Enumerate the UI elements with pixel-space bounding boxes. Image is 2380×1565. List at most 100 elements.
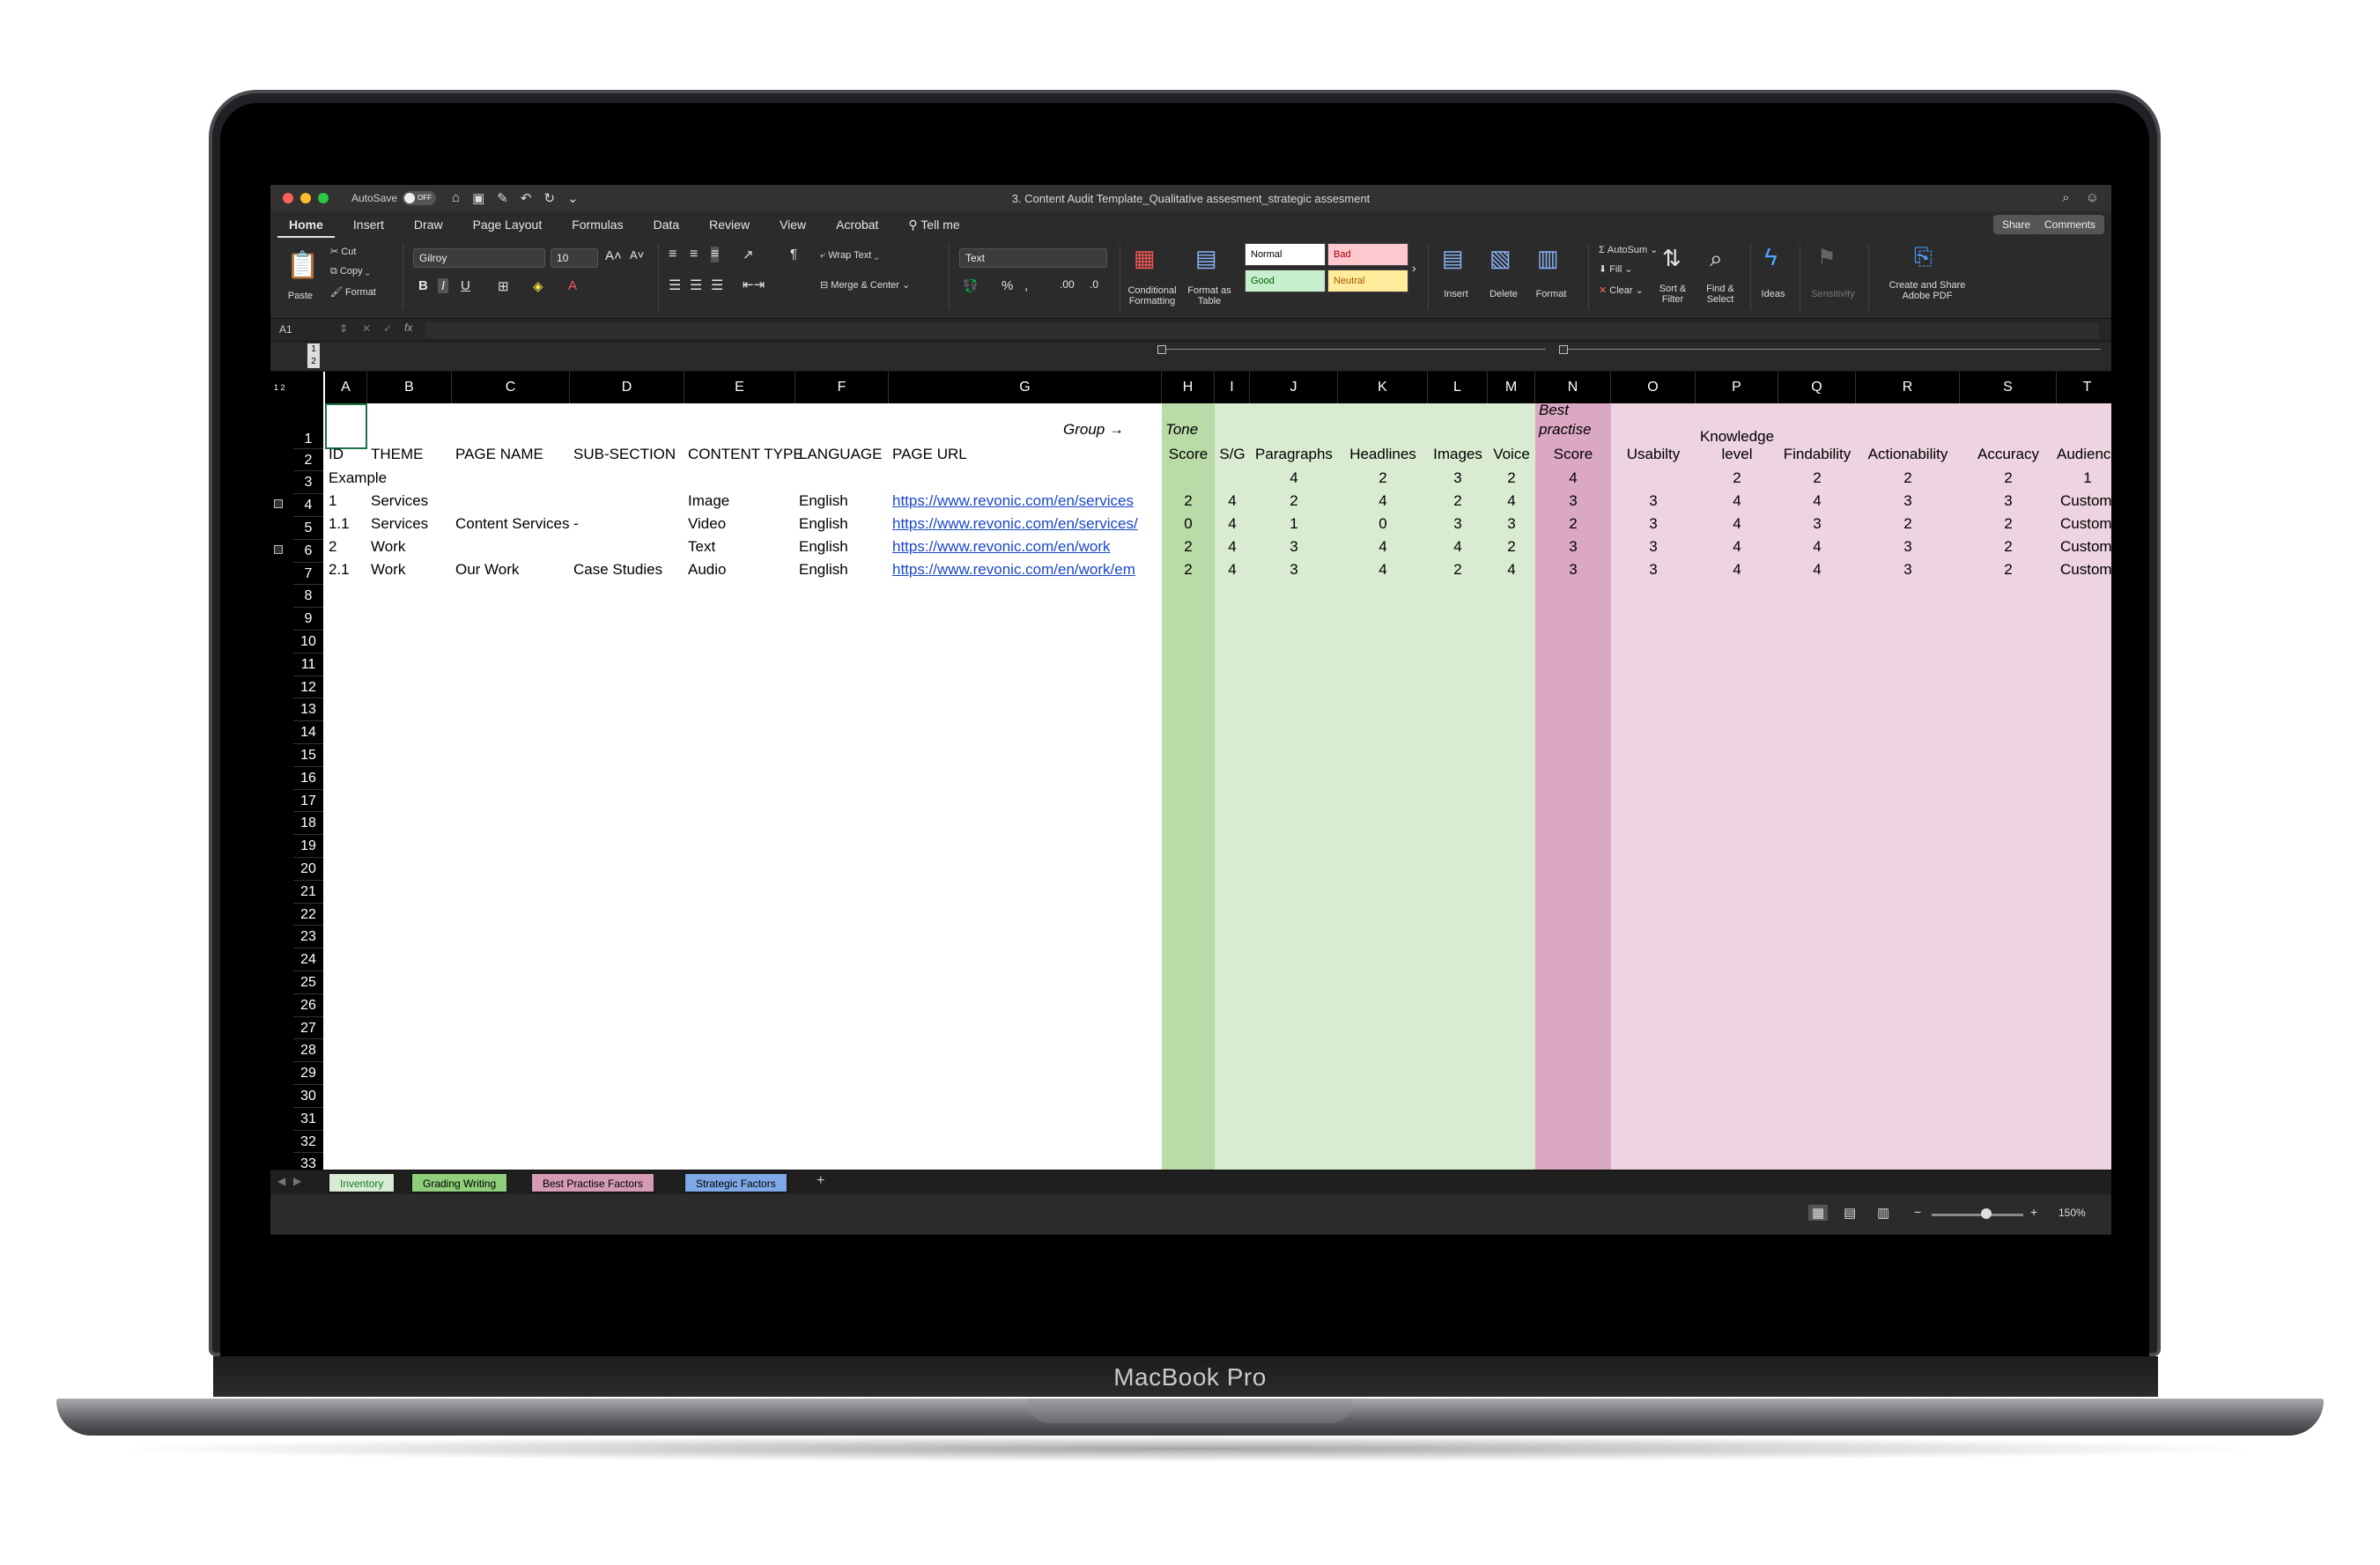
row-header[interactable]: 29 — [293, 1062, 323, 1085]
tab-draw[interactable]: Draw — [403, 211, 455, 238]
row-header[interactable]: 4 — [293, 494, 323, 517]
row-group-collapse-icon[interactable] — [274, 499, 283, 509]
font-color-icon[interactable]: A — [568, 278, 577, 293]
fill-button[interactable]: ⬇ Fill ⌄ — [1599, 264, 1633, 275]
fill-color-icon[interactable]: ◈ — [533, 278, 543, 294]
row-header[interactable]: 26 — [293, 994, 323, 1017]
tab-page-layout[interactable]: Page Layout — [462, 211, 554, 238]
page-url-link[interactable]: https://www.revonic.com/en/work — [892, 538, 1162, 556]
row-header[interactable]: 8 — [293, 585, 323, 609]
format-cells-label[interactable]: Format — [1534, 289, 1569, 299]
tab-home[interactable]: Home — [277, 211, 335, 238]
font-size-select[interactable]: 10 — [551, 248, 598, 268]
autosave-toggle[interactable]: OFF — [403, 191, 437, 205]
row-header[interactable]: 11 — [293, 653, 323, 676]
ideas-icon[interactable]: ϟ — [1764, 243, 1778, 271]
outline-level-selector[interactable]: 12 — [307, 343, 320, 368]
sensitivity-label[interactable]: Sensitivity — [1807, 289, 1859, 299]
delete-cells-icon[interactable]: ▧ — [1489, 245, 1512, 272]
tab-view[interactable]: View — [768, 211, 817, 238]
row-header[interactable]: 14 — [293, 721, 323, 744]
style-normal[interactable]: Normal — [1245, 243, 1326, 266]
row-outline-level-1[interactable]: 1 — [274, 383, 278, 392]
row-header[interactable]: 12 — [293, 676, 323, 699]
row-header[interactable]: 13 — [293, 698, 323, 722]
redo-icon[interactable]: ↻ — [543, 190, 555, 206]
find-select-label[interactable]: Find & Select — [1703, 284, 1738, 305]
row-header[interactable]: 16 — [293, 767, 323, 790]
formula-input[interactable] — [425, 322, 2099, 338]
conditional-formatting-label[interactable]: Conditional Formatting — [1121, 285, 1183, 306]
tab-data[interactable]: Data — [642, 211, 691, 238]
close-window-button[interactable] — [283, 193, 293, 203]
page-url-link[interactable]: https://www.revonic.com/en/services — [892, 492, 1162, 510]
selected-cell[interactable] — [325, 403, 367, 449]
comma-style-icon[interactable]: , — [1024, 278, 1028, 293]
row-header[interactable]: 1 — [293, 403, 323, 449]
page-url-link[interactable]: https://www.revonic.com/en/work/em — [892, 561, 1162, 579]
column-header[interactable]: I — [1215, 372, 1250, 403]
align-right-icon[interactable]: ☰ — [711, 277, 723, 294]
normal-view-icon[interactable]: ▦ — [1808, 1205, 1829, 1221]
page-url-link[interactable]: https://www.revonic.com/en/services/ — [892, 515, 1162, 533]
format-as-table-icon[interactable]: ▤ — [1195, 245, 1217, 272]
comments-button[interactable]: Comments — [2035, 215, 2104, 234]
format-cells-icon[interactable]: ▥ — [1537, 245, 1559, 272]
percent-icon[interactable]: % — [1002, 278, 1013, 293]
row-header[interactable]: 18 — [293, 812, 323, 836]
bold-icon[interactable]: B — [418, 278, 428, 293]
next-sheet-icon[interactable]: ▶ — [293, 1175, 301, 1187]
column-header[interactable]: A — [325, 372, 367, 403]
select-all-corner[interactable]: 1 2 — [270, 372, 323, 403]
cut-button[interactable]: ✂ Cut — [330, 247, 356, 257]
increase-decimal-icon[interactable]: .00 — [1060, 278, 1075, 291]
row-header[interactable]: 7 — [293, 563, 323, 586]
column-header[interactable]: F — [795, 372, 889, 403]
column-header[interactable]: B — [367, 372, 452, 403]
style-bad[interactable]: Bad — [1327, 243, 1408, 266]
column-header[interactable]: J — [1250, 372, 1338, 403]
borders-icon[interactable]: ⊞ — [498, 278, 509, 294]
conditional-formatting-icon[interactable]: ▦ — [1134, 245, 1156, 272]
zoom-level[interactable]: 150% — [2058, 1207, 2086, 1219]
outline-level-1[interactable]: 1 — [311, 344, 316, 354]
zoom-window-button[interactable] — [318, 193, 329, 203]
row-header[interactable]: 25 — [293, 971, 323, 994]
sheet-tab-strategic[interactable]: Strategic Factors — [684, 1173, 787, 1192]
column-header[interactable]: H — [1162, 372, 1215, 403]
row-header[interactable]: 15 — [293, 744, 323, 767]
share-button[interactable]: Share — [1992, 215, 2039, 234]
copy-button[interactable]: ⧉ Copy ⌄ — [330, 266, 370, 277]
fx-icon[interactable]: fx — [404, 321, 412, 334]
style-good[interactable]: Good — [1245, 269, 1326, 292]
row-header[interactable]: 21 — [293, 881, 323, 904]
find-select-icon[interactable]: ⌕ — [1710, 245, 1723, 273]
column-header[interactable]: N — [1535, 372, 1611, 403]
currency-icon[interactable]: 💱 — [963, 278, 978, 293]
zoom-slider-thumb[interactable] — [1981, 1208, 1992, 1219]
align-center-icon[interactable]: ☰ — [690, 277, 702, 294]
row-header[interactable]: 30 — [293, 1085, 323, 1108]
insert-cells-icon[interactable]: ▤ — [1442, 245, 1464, 272]
align-bottom-icon[interactable]: ≡ — [711, 247, 720, 262]
wrap-text-button[interactable]: ⤶ Wrap Text ⌄ — [820, 250, 879, 261]
row-header[interactable]: 9 — [293, 608, 323, 631]
home-icon[interactable]: ⌂ — [452, 190, 460, 206]
column-header[interactable]: S — [1960, 372, 2057, 403]
number-format-select[interactable]: Text — [959, 248, 1107, 268]
prev-sheet-icon[interactable]: ◀ — [277, 1175, 285, 1187]
sheet-tab-best-practise[interactable]: Best Practise Factors — [531, 1173, 655, 1192]
row-header[interactable]: 32 — [293, 1131, 323, 1154]
row-header[interactable]: 17 — [293, 790, 323, 813]
sensitivity-icon[interactable]: ⚑ — [1817, 245, 1837, 270]
row-header[interactable]: 19 — [293, 835, 323, 858]
styles-expand-icon[interactable]: › — [1412, 261, 1416, 275]
column-header[interactable]: K — [1338, 372, 1428, 403]
delete-cells-label[interactable]: Delete — [1486, 289, 1521, 299]
column-header[interactable]: E — [684, 372, 795, 403]
page-layout-view-icon[interactable]: ▤ — [1844, 1205, 1856, 1221]
row-header[interactable]: 28 — [293, 1039, 323, 1063]
sort-filter-icon[interactable]: ⇅ — [1662, 245, 1682, 272]
ideas-label[interactable]: Ideas — [1757, 289, 1789, 299]
row-header[interactable]: 23 — [293, 926, 323, 949]
